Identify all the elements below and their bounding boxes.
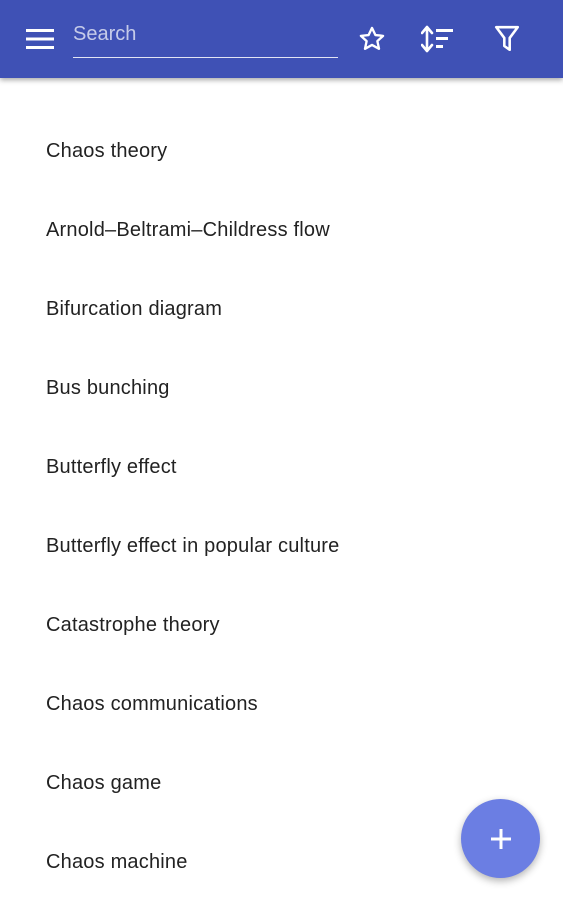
list-item[interactable]: Chaos communications <box>0 665 563 744</box>
list-item[interactable]: Catastrophe theory <box>0 586 563 665</box>
search-input[interactable] <box>73 16 338 52</box>
list-item-title: Butterfly effect <box>46 456 177 478</box>
app-bar <box>0 0 563 78</box>
list-item-title: Chaos communications <box>46 693 258 715</box>
list-item[interactable]: Arnold–Beltrami–Childress flow <box>0 191 563 270</box>
sort-button[interactable] <box>416 17 460 61</box>
list-item-title: Chaos game <box>46 772 162 794</box>
list-item-title: Catastrophe theory <box>46 614 220 636</box>
list-item[interactable]: Bifurcation diagram <box>0 270 563 349</box>
list-item[interactable]: Butterfly effect in popular culture <box>0 507 563 586</box>
list-item[interactable]: Bus bunching <box>0 349 563 428</box>
menu-button[interactable] <box>18 17 62 61</box>
add-button[interactable] <box>461 799 540 878</box>
menu-icon <box>26 29 54 49</box>
list-item[interactable]: Chaos theory <box>0 112 563 191</box>
list-item-title: Arnold–Beltrami–Childress flow <box>46 219 330 241</box>
sort-icon <box>421 25 453 53</box>
star-outline-icon <box>359 26 385 50</box>
list-item-title: Chaos theory <box>46 140 168 162</box>
favorites-button[interactable] <box>350 17 394 61</box>
search-field[interactable] <box>73 16 338 58</box>
list-item-title: Chaos machine <box>46 851 188 873</box>
filter-button[interactable] <box>485 17 529 61</box>
article-list: Chaos theory Arnold–Beltrami–Childress f… <box>0 112 563 902</box>
filter-icon <box>494 25 520 52</box>
plus-icon <box>490 828 511 849</box>
list-item-title: Butterfly effect in popular culture <box>46 535 340 557</box>
list-item-title: Bus bunching <box>46 377 170 399</box>
list-item[interactable]: Butterfly effect <box>0 428 563 507</box>
list-item-title: Bifurcation diagram <box>46 298 223 320</box>
